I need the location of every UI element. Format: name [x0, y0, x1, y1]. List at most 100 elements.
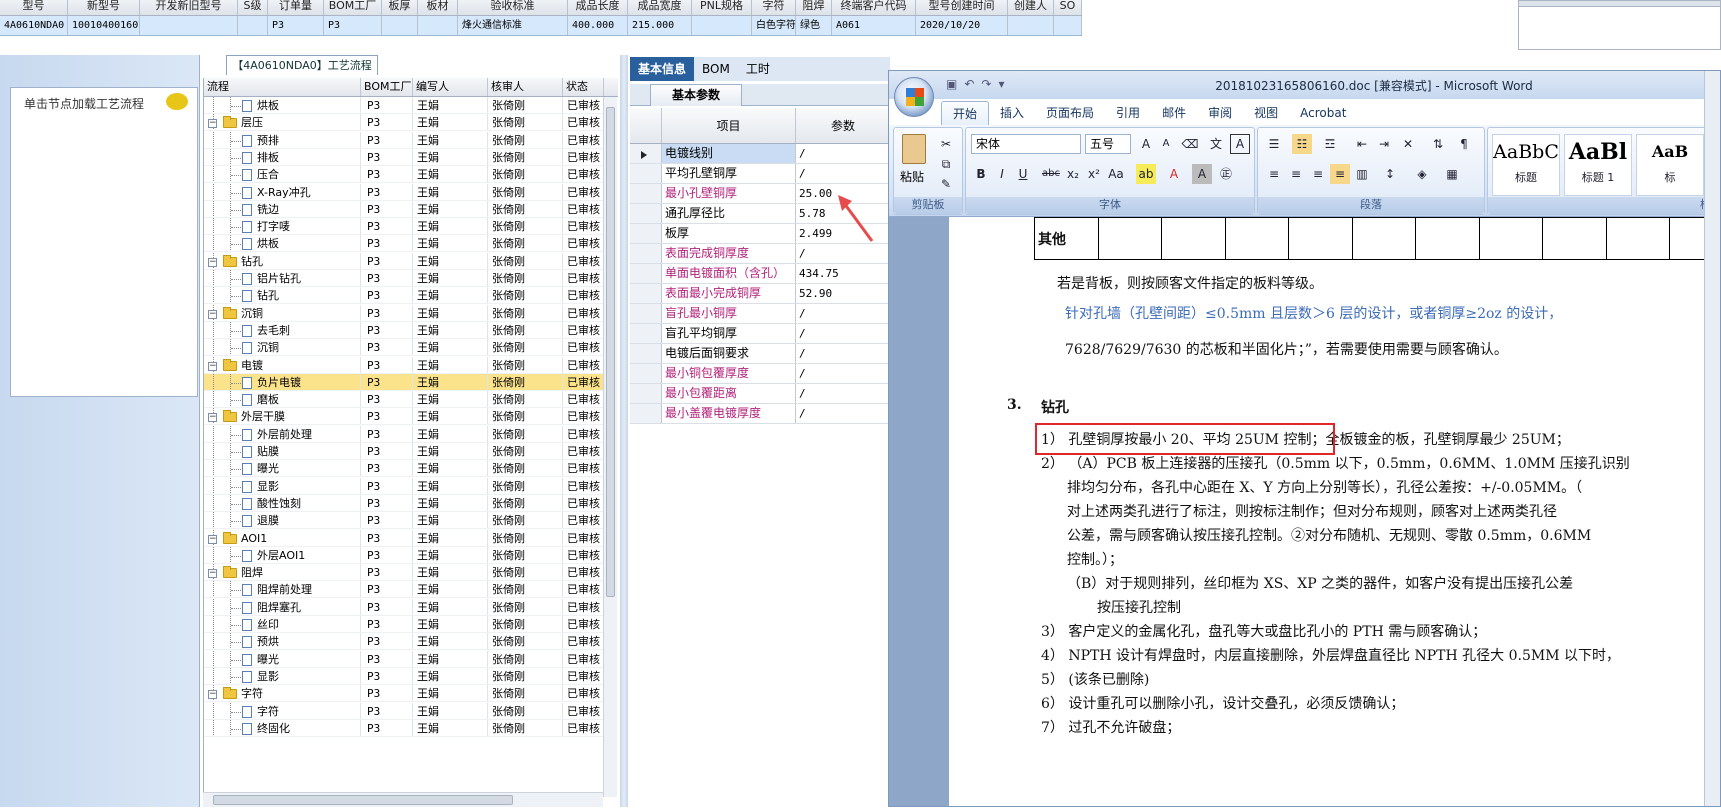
tree-node-cell[interactable]: 退膜 [204, 512, 361, 529]
ribbon-tab-7[interactable]: Acrobat [1289, 101, 1357, 125]
row-indicator[interactable] [630, 384, 662, 403]
align-left-icon[interactable]: ≡ [1264, 164, 1284, 184]
tree-vertical-scrollbar[interactable] [603, 97, 617, 797]
model-cell[interactable] [418, 16, 458, 35]
ribbon-tab-1[interactable]: 插入 [989, 101, 1035, 125]
tree-node-cell[interactable]: 铝片钻孔 [204, 270, 361, 286]
tree-row[interactable]: 去毛刺 P3 王娟 张倚刚 已审核 [204, 321, 604, 339]
model-col-header[interactable]: 型号 [0, 0, 68, 15]
tree-row[interactable]: 预排 P3 王娟 张倚刚 已审核 [204, 131, 604, 149]
model-cell[interactable]: 白色字符 [752, 16, 796, 35]
italic-icon[interactable]: I [992, 164, 1012, 184]
tree-node-cell[interactable]: 显影 [204, 667, 361, 684]
tree-col-header[interactable]: 核审人 [488, 78, 563, 96]
tree-node-cell[interactable]: 打字唛 [204, 218, 361, 235]
tree-row[interactable]: 钻孔 P3 王娟 张倚刚 已审核 [204, 287, 604, 305]
param-row[interactable]: 表面完成铜厚度 / [630, 244, 890, 264]
model-col-header[interactable]: 终端客户代码 [832, 0, 916, 15]
tree-row[interactable]: 显影 P3 王娟 张倚刚 已审核 [204, 667, 604, 685]
ribbon-tab-3[interactable]: 引用 [1105, 101, 1151, 125]
model-col-header[interactable]: 成品宽度 [628, 0, 692, 15]
tree-node-cell[interactable]: − 字符 [204, 685, 361, 702]
tree-row[interactable]: 曝光 P3 王娟 张倚刚 已审核 [204, 460, 604, 478]
param-value[interactable]: / [796, 324, 890, 343]
tree-node-cell[interactable]: 烘板 [204, 235, 361, 252]
param-row[interactable]: 电镀线别 / [630, 144, 890, 164]
save-icon[interactable]: ▣ [946, 77, 957, 91]
tree-node-cell[interactable]: 负片电镀 [204, 373, 361, 390]
tree-row[interactable]: 退膜 P3 王娟 张倚刚 已审核 [204, 512, 604, 530]
param-row[interactable]: 表面最小完成铜厚 52.90 [630, 284, 890, 304]
tree-node-cell[interactable]: 去毛刺 [204, 321, 361, 338]
tree-row[interactable]: X-Ray冲孔 P3 王娟 张倚刚 已审核 [204, 183, 604, 201]
param-row[interactable]: 盲孔平均铜厚 / [630, 324, 890, 344]
multilevel-list-icon[interactable]: ☲ [1320, 134, 1340, 154]
sort-icon[interactable]: ⇅ [1428, 134, 1448, 154]
model-cell[interactable]: P3 [324, 16, 382, 35]
undo-icon[interactable]: ↶ [964, 77, 974, 91]
tree-node-cell[interactable]: 阻焊塞孔 [204, 598, 361, 615]
tree-horizontal-scrollbar[interactable] [203, 792, 603, 807]
tree-node-cell[interactable]: 曝光 [204, 650, 361, 667]
model-col-header[interactable]: SO [1054, 0, 1082, 15]
tab-info-1[interactable]: BOM [694, 57, 738, 81]
row-indicator[interactable] [630, 344, 662, 363]
tree-node-cell[interactable]: 曝光 [204, 460, 361, 477]
model-cell[interactable] [1054, 16, 1082, 35]
cut-icon[interactable]: ✂ [936, 134, 956, 154]
tab-process-flow[interactable]: 【4A0610NDA0】工艺流程 [226, 55, 378, 75]
tree-row[interactable]: 贴膜 P3 王娟 张倚刚 已审核 [204, 443, 604, 460]
subscript-icon[interactable]: x₂ [1063, 164, 1083, 184]
strikethrough-icon[interactable]: abc [1041, 164, 1061, 184]
decrease-indent-icon[interactable]: ⇤ [1352, 134, 1372, 154]
model-grid-row[interactable]: 4A0610NDA010010400160783 P3P3 烽火通信标准400.00… [0, 16, 1082, 36]
load-process-label[interactable]: 单击节点加载工艺流程 [24, 95, 144, 112]
row-indicator[interactable] [630, 364, 662, 383]
panel-splitter[interactable] [620, 55, 628, 807]
tree-node-cell[interactable]: 排板 [204, 148, 361, 165]
model-cell[interactable] [1008, 16, 1054, 35]
tree-node-cell[interactable]: 预排 [204, 131, 361, 148]
collapse-icon[interactable]: − [208, 534, 217, 544]
change-case-icon[interactable]: Aa [1106, 164, 1126, 184]
paste-icon[interactable] [902, 134, 926, 164]
row-indicator[interactable] [630, 324, 662, 343]
tree-row[interactable]: 排板 P3 王娟 张倚刚 已审核 [204, 148, 604, 166]
param-row[interactable]: 最小包覆距离 / [630, 384, 890, 404]
tree-node-cell[interactable]: X-Ray冲孔 [204, 183, 361, 200]
tree-row[interactable]: − 字符 P3 王娟 张倚刚 已审核 [204, 685, 604, 703]
redo-icon[interactable]: ↷ [981, 77, 991, 91]
model-col-header[interactable]: S级 [238, 0, 268, 15]
enclose-char-icon[interactable]: ㊣ [1216, 164, 1236, 184]
tree-row[interactable]: 磨板 P3 王娟 张倚刚 已审核 [204, 391, 604, 409]
tree-row[interactable]: 外层前处理 P3 王娟 张倚刚 已审核 [204, 425, 604, 443]
model-cell[interactable] [140, 16, 238, 35]
char-shading-icon[interactable]: A [1192, 164, 1212, 184]
document-page[interactable]: 其他 若是背板，则按顾客文件指定的板料等级。 针对孔墙（孔壁间距）≤0.5mm … [949, 217, 1720, 806]
ribbon-tab-5[interactable]: 审阅 [1197, 101, 1243, 125]
model-col-header[interactable]: 订单量 [268, 0, 324, 15]
model-col-header[interactable]: 开发新旧型号 [140, 0, 238, 15]
tree-node-cell[interactable]: 预烘 [204, 633, 361, 650]
tree-row[interactable]: 沉铜 P3 王娟 张倚刚 已审核 [204, 339, 604, 357]
row-indicator[interactable] [630, 404, 662, 423]
style-heading2[interactable]: AaB 标 [1636, 134, 1704, 196]
justify-icon[interactable]: ≡ [1330, 164, 1350, 184]
tree-row[interactable]: 铣边 P3 王娟 张倚刚 已审核 [204, 200, 604, 218]
model-col-header[interactable]: 验收标准 [458, 0, 568, 15]
tree-col-header[interactable]: 状态 [563, 78, 604, 96]
tree-row[interactable]: − 阻焊 P3 王娟 张倚刚 已审核 [204, 564, 604, 582]
model-cell[interactable]: 400.000 [568, 16, 628, 35]
tree-node-cell[interactable]: 烘板 [204, 97, 361, 113]
phonetic-icon[interactable]: 文 [1206, 134, 1226, 154]
tree-col-header[interactable]: 编写人 [413, 78, 488, 96]
param-row[interactable]: 最小盖覆电镀厚度 / [630, 404, 890, 424]
asian-layout-icon[interactable]: ✕ [1398, 134, 1418, 154]
model-col-header[interactable]: PNL规格 [692, 0, 752, 15]
model-col-header[interactable]: 板材 [418, 0, 458, 15]
office-button[interactable] [894, 77, 934, 117]
style-title[interactable]: AaBbC 标题 [1492, 134, 1560, 196]
tree-col-header[interactable]: BOM工厂 [361, 78, 413, 96]
tree-node-cell[interactable]: − 钻孔 [204, 252, 361, 269]
shading-icon[interactable]: ◈ [1412, 164, 1432, 184]
